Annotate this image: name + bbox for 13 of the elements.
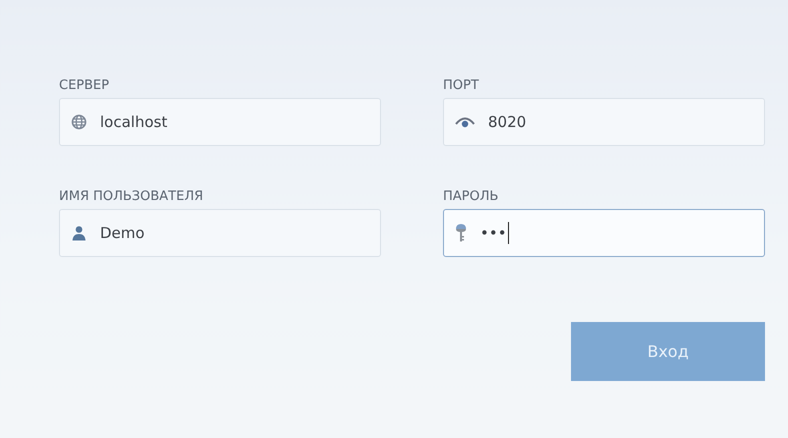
field-label: ПАРОЛЬ xyxy=(443,188,500,206)
input-field[interactable]: ••• xyxy=(443,209,765,257)
user-icon xyxy=(71,225,87,241)
globe-icon xyxy=(71,114,87,130)
field-label: СЕРВЕР xyxy=(59,77,110,95)
key-icon xyxy=(455,223,467,243)
input-field[interactable]: 8020 xyxy=(443,98,765,146)
field-label: ИМЯ ПОЛЬЗОВАТЕЛЯ xyxy=(59,188,204,206)
input-field[interactable]: localhost xyxy=(59,98,381,146)
input-field[interactable]: Demo xyxy=(59,209,381,257)
text-cursor xyxy=(508,222,510,244)
eye-icon xyxy=(455,115,475,129)
field-label: ПОРТ xyxy=(443,77,480,95)
